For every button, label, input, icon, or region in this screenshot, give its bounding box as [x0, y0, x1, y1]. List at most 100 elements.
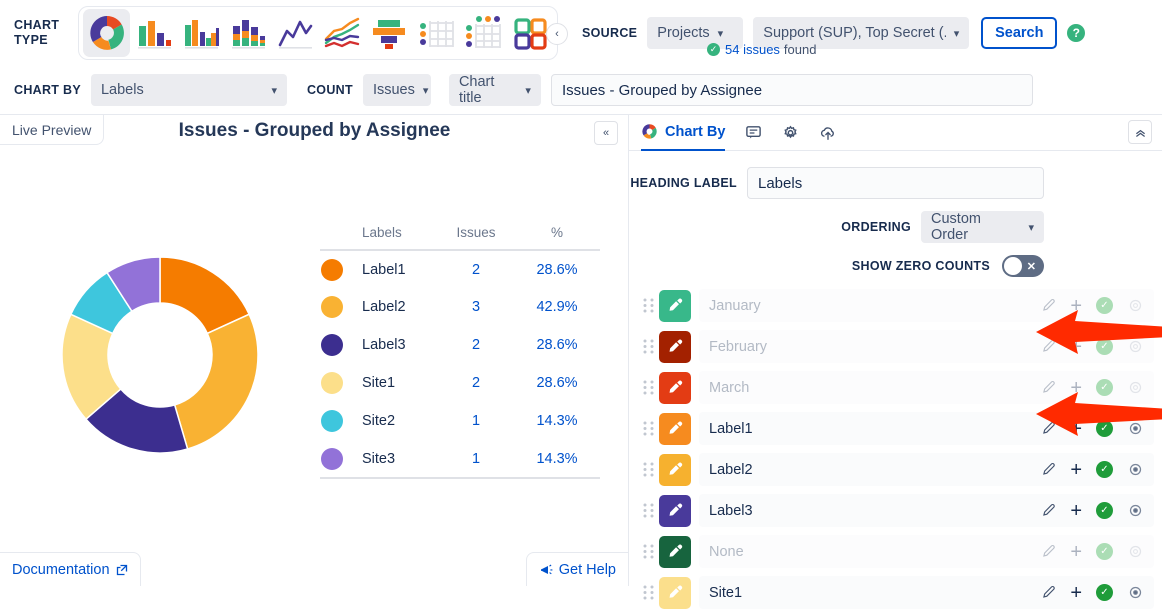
legend-percent[interactable]: 28.6% — [514, 364, 600, 402]
tab-chart-by[interactable]: Chart By — [641, 115, 726, 151]
chart-by-row[interactable]: Site1 + ✓ — [629, 572, 1162, 613]
color-swatch-January[interactable] — [659, 289, 691, 322]
color-swatch-March[interactable] — [659, 371, 691, 404]
color-swatch-Label3[interactable] — [659, 494, 691, 527]
search-button[interactable]: Search — [981, 17, 1058, 49]
chart-by-row[interactable]: None + ✓ — [629, 531, 1162, 572]
drag-handle-icon[interactable] — [637, 379, 659, 396]
line-chart-type-icon[interactable] — [271, 9, 318, 57]
chart-title-dropdown[interactable]: Chart title ▾ — [448, 74, 541, 106]
edit-icon[interactable] — [1041, 585, 1056, 600]
add-icon[interactable]: + — [1070, 296, 1082, 316]
chart-type-collapse-icon[interactable]: ‹ — [546, 23, 568, 45]
help-icon[interactable]: ? — [1067, 24, 1086, 42]
drag-handle-icon[interactable] — [637, 502, 659, 519]
legend-percent[interactable]: 28.6% — [514, 250, 600, 288]
legend-percent[interactable]: 14.3% — [514, 440, 600, 478]
visibility-eye-icon[interactable] — [1127, 379, 1144, 396]
legend-issue-count[interactable]: 3 — [438, 288, 514, 326]
donut-svg[interactable] — [50, 245, 270, 465]
gear-icon[interactable] — [782, 124, 799, 141]
legend-issue-count[interactable]: 2 — [438, 364, 514, 402]
edit-icon[interactable] — [1041, 503, 1056, 518]
legend-percent[interactable]: 14.3% — [514, 402, 600, 440]
visibility-eye-icon[interactable] — [1127, 297, 1144, 314]
edit-icon[interactable] — [1041, 298, 1056, 313]
enabled-check-icon[interactable]: ✓ — [1096, 543, 1113, 560]
legend-issue-count[interactable]: 2 — [438, 326, 514, 364]
donut-chart-type-icon[interactable] — [83, 9, 130, 57]
drag-handle-icon[interactable] — [637, 543, 659, 560]
legend-percent[interactable]: 42.9% — [514, 288, 600, 326]
add-icon[interactable]: + — [1070, 501, 1082, 521]
comment-icon[interactable] — [745, 124, 762, 141]
stacked-bar-chart-type-icon[interactable] — [224, 9, 271, 57]
color-swatch-Label1[interactable] — [659, 412, 691, 445]
visibility-eye-icon[interactable] — [1127, 338, 1144, 355]
add-icon[interactable]: + — [1070, 378, 1082, 398]
drag-handle-icon[interactable] — [637, 338, 659, 355]
enabled-check-icon[interactable]: ✓ — [1096, 379, 1113, 396]
legend-issue-count[interactable]: 2 — [438, 250, 514, 288]
heading-label-input[interactable] — [747, 167, 1044, 199]
add-icon[interactable]: + — [1070, 542, 1082, 562]
drag-handle-icon[interactable] — [637, 420, 659, 437]
cloud-upload-icon[interactable] — [819, 124, 837, 142]
documentation-link[interactable]: Documentation — [0, 552, 141, 586]
chart-by-row[interactable]: January + ✓ — [629, 285, 1162, 326]
edit-icon[interactable] — [1041, 339, 1056, 354]
drag-handle-icon[interactable] — [637, 461, 659, 478]
chart-by-row[interactable]: Label2 + ✓ — [629, 449, 1162, 490]
legend-swatch — [320, 402, 354, 440]
color-swatch-Label2[interactable] — [659, 453, 691, 486]
legend-row: Site3 1 14.3% — [320, 440, 600, 478]
edit-icon[interactable] — [1041, 380, 1056, 395]
color-swatch-Site1[interactable] — [659, 576, 691, 609]
chart-by-row[interactable]: March + ✓ — [629, 367, 1162, 408]
enabled-check-icon[interactable]: ✓ — [1096, 297, 1113, 314]
chart-by-row[interactable]: February + ✓ — [629, 326, 1162, 367]
legend-issue-count[interactable]: 1 — [438, 402, 514, 440]
chart-by-dropdown[interactable]: Labels ▾ — [90, 74, 287, 106]
chart-title-input[interactable] — [550, 74, 1033, 106]
drag-handle-icon[interactable] — [637, 584, 659, 601]
drag-handle-icon[interactable] — [637, 297, 659, 314]
edit-icon[interactable] — [1041, 544, 1056, 559]
chart-by-row[interactable]: Label1 + ✓ — [629, 408, 1162, 449]
add-icon[interactable]: + — [1070, 460, 1082, 480]
funnel-chart-type-icon[interactable] — [365, 9, 412, 57]
donut-slice-Label2[interactable] — [173, 313, 259, 450]
color-swatch-February[interactable] — [659, 330, 691, 363]
chart-by-row[interactable]: Label3 + ✓ — [629, 490, 1162, 531]
grouped-bar-chart-type-icon[interactable] — [177, 9, 224, 57]
count-dropdown[interactable]: Issues ▾ — [362, 74, 431, 106]
edit-icon[interactable] — [1041, 421, 1056, 436]
visibility-eye-icon[interactable] — [1127, 461, 1144, 478]
visibility-eye-icon[interactable] — [1127, 420, 1144, 437]
enabled-check-icon[interactable]: ✓ — [1096, 461, 1113, 478]
collapse-preview-icon[interactable]: « — [594, 121, 618, 145]
table-chart-type-icon[interactable] — [412, 9, 459, 57]
edit-icon[interactable] — [1041, 462, 1056, 477]
multi-line-chart-type-icon[interactable] — [318, 9, 365, 57]
show-zero-counts-toggle[interactable]: ✕ — [1002, 255, 1044, 277]
bar-chart-type-icon[interactable] — [130, 9, 177, 57]
bubble-table-chart-type-icon[interactable] — [459, 9, 506, 57]
legend-percent[interactable]: 28.6% — [514, 326, 600, 364]
issues-found-count[interactable]: 54 issues — [725, 42, 780, 57]
legend-issue-count[interactable]: 1 — [438, 440, 514, 478]
visibility-eye-icon[interactable] — [1127, 584, 1144, 601]
enabled-check-icon[interactable]: ✓ — [1096, 420, 1113, 437]
add-icon[interactable]: + — [1070, 419, 1082, 439]
enabled-check-icon[interactable]: ✓ — [1096, 338, 1113, 355]
visibility-eye-icon[interactable] — [1127, 502, 1144, 519]
color-swatch-None[interactable] — [659, 535, 691, 568]
add-icon[interactable]: + — [1070, 337, 1082, 357]
enabled-check-icon[interactable]: ✓ — [1096, 584, 1113, 601]
ordering-dropdown[interactable]: Custom Order ▾ — [921, 211, 1044, 243]
collapse-settings-icon[interactable] — [1128, 120, 1152, 144]
enabled-check-icon[interactable]: ✓ — [1096, 502, 1113, 519]
visibility-eye-icon[interactable] — [1127, 543, 1144, 560]
add-icon[interactable]: + — [1070, 583, 1082, 603]
get-help-button[interactable]: Get Help — [525, 552, 628, 586]
